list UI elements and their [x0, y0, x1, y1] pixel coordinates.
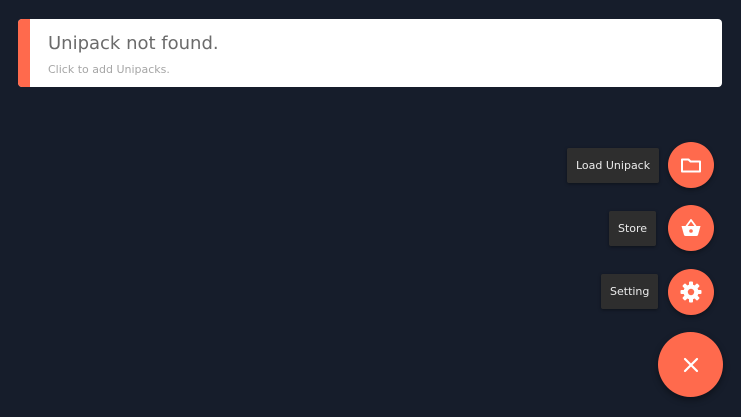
fab-close-button[interactable] — [658, 332, 723, 397]
load-unipack-button[interactable] — [668, 142, 714, 188]
basket-icon — [679, 216, 703, 240]
setting-label[interactable]: Setting — [601, 274, 659, 309]
store-label[interactable]: Store — [609, 211, 657, 246]
store-button[interactable] — [668, 205, 714, 251]
load-unipack-label[interactable]: Load Unipack — [567, 148, 660, 183]
card-subtitle: Click to add Unipacks. — [48, 63, 170, 76]
setting-button[interactable] — [668, 269, 714, 315]
card-title: Unipack not found. — [48, 33, 219, 54]
card-accent-bar — [18, 19, 30, 87]
unipack-empty-card[interactable]: Unipack not found. Click to add Unipacks… — [18, 19, 722, 87]
close-icon — [683, 357, 699, 373]
gear-icon — [679, 280, 703, 304]
folder-icon — [679, 153, 703, 177]
